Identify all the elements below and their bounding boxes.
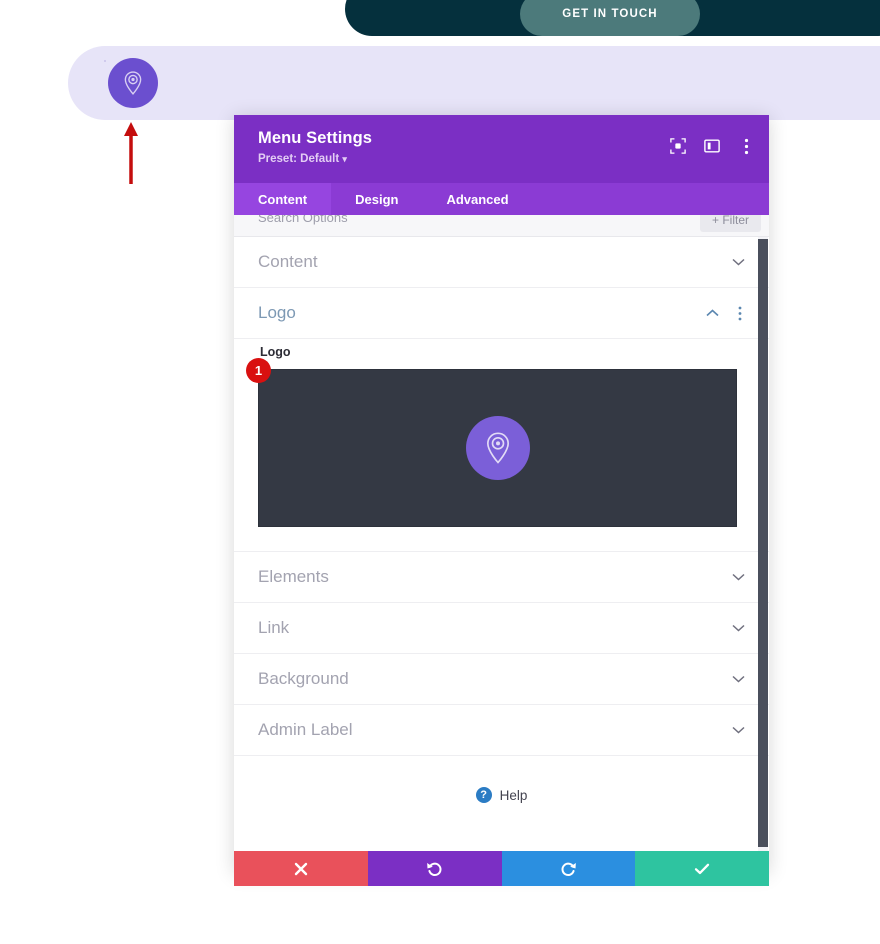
modal-header: Menu Settings Preset: Default ▾ (234, 115, 769, 183)
checkmark-icon (694, 863, 710, 874)
preset-label: Preset: Default (258, 153, 340, 165)
modal-body: Content Logo Logo 1 Elements Link Backgr… (234, 237, 769, 851)
focus-target-icon[interactable] (669, 137, 687, 155)
save-button[interactable] (635, 851, 769, 886)
section-admin-label[interactable]: Admin Label (234, 705, 769, 756)
help-icon: ? (475, 787, 492, 803)
logo-settings-panel: Logo 1 (234, 339, 769, 552)
undo-icon (427, 862, 442, 876)
plus-icon: + (711, 215, 719, 227)
modal-header-icons (669, 137, 755, 155)
tab-design[interactable]: Design (331, 183, 422, 215)
chevron-down-icon (731, 255, 745, 269)
vertical-dots-icon[interactable] (737, 137, 755, 155)
site-logo-button[interactable] (108, 58, 158, 108)
chevron-down-icon (731, 570, 745, 584)
tab-content[interactable]: Content (234, 183, 332, 215)
section-elements[interactable]: Elements (234, 552, 769, 603)
menu-settings-modal: Menu Settings Preset: Default ▾ Content … (234, 115, 769, 886)
help-link[interactable]: ? Help (234, 756, 769, 834)
chevron-down-icon (731, 621, 745, 635)
step-badge-1: 1 (246, 358, 271, 383)
help-label: Help (499, 787, 528, 803)
chevron-up-icon[interactable] (705, 306, 719, 320)
section-background-label: Background (258, 669, 349, 688)
page-root: GET IN TOUCH Menu Settings Preset: Defau… (0, 0, 880, 944)
filter-button[interactable]: + Filter (699, 215, 761, 232)
chevron-down-icon: ▾ (342, 154, 347, 164)
section-logo[interactable]: Logo (234, 288, 769, 339)
section-content[interactable]: Content (234, 237, 769, 288)
search-options-row: Search Options + Filter (234, 215, 769, 237)
redo-button[interactable] (501, 851, 636, 886)
search-options-input[interactable]: Search Options (258, 215, 348, 225)
chevron-down-icon (731, 672, 745, 686)
map-pin-icon (124, 71, 142, 95)
site-logo-bar (68, 46, 880, 120)
get-in-touch-button[interactable]: GET IN TOUCH (520, 0, 700, 36)
section-logo-menu-icon[interactable] (735, 306, 745, 321)
section-link[interactable]: Link (234, 603, 769, 654)
section-content-label: Content (258, 252, 318, 271)
logo-preview-circle (465, 416, 530, 480)
section-background[interactable]: Background (234, 654, 769, 705)
cancel-button[interactable] (234, 851, 368, 886)
undo-button[interactable] (367, 851, 502, 886)
close-icon (294, 862, 308, 875)
section-admin-label-label: Admin Label (258, 720, 353, 739)
annotation-arrow-up (124, 122, 138, 184)
redo-icon (561, 862, 576, 876)
logo-image-preview[interactable]: 1 (246, 358, 737, 527)
decorative-dot (104, 60, 106, 62)
modal-tab-bar: Content Design Advanced (234, 183, 769, 215)
modal-action-bar (234, 851, 769, 886)
filter-label: Filter (722, 215, 749, 227)
map-pin-icon (486, 432, 509, 464)
section-elements-label: Elements (258, 567, 329, 586)
section-logo-label: Logo (258, 303, 296, 322)
panel-layout-icon[interactable] (703, 137, 721, 155)
section-link-label: Link (258, 618, 290, 637)
chevron-down-icon (731, 723, 745, 737)
logo-field-label: Logo (260, 345, 291, 359)
tab-advanced[interactable]: Advanced (422, 183, 532, 215)
modal-scrollbar-thumb[interactable] (758, 239, 768, 847)
